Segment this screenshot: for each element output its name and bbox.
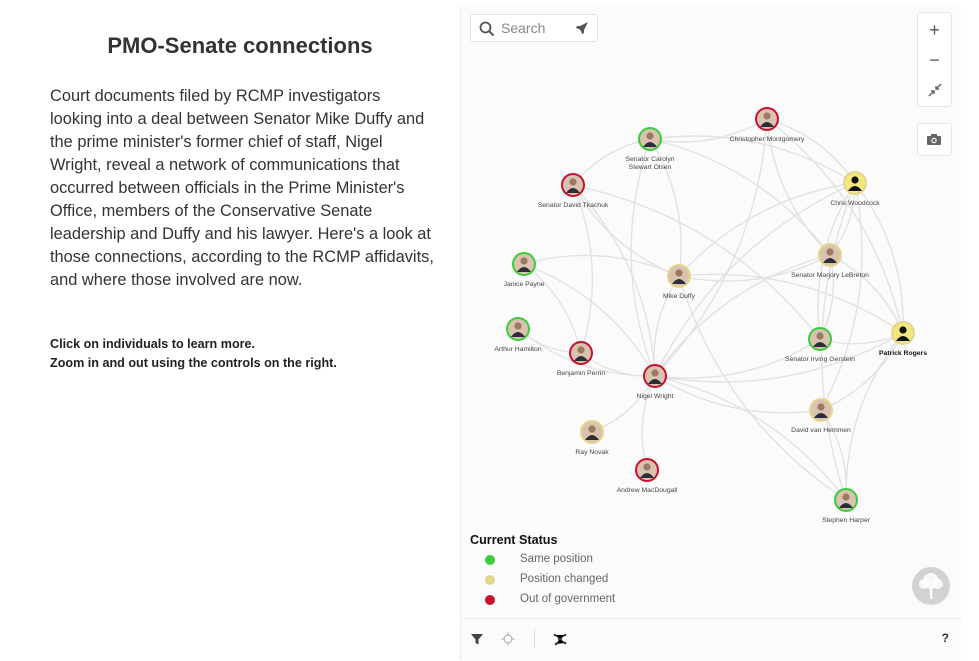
avatar-head — [816, 332, 824, 340]
legend-item: Position changed — [470, 573, 608, 593]
legend: Current Status Same position Position ch… — [470, 533, 615, 613]
node-label: Mike Duffy — [663, 293, 696, 300]
node-montgomery[interactable]: Christopher Montgomery — [730, 107, 805, 143]
zoom-controls: + − — [917, 12, 952, 107]
avatar-head — [569, 178, 577, 186]
node-label: Senator David Tkachuk — [538, 202, 609, 209]
legend-label: Same position — [520, 553, 593, 565]
camera-icon — [927, 134, 941, 145]
node-label: Arthur Hamilton — [494, 346, 541, 353]
avatar-head — [675, 269, 683, 277]
bottom-toolbar: ? — [461, 618, 961, 661]
toolbar-divider — [534, 629, 535, 649]
graph-edge — [649, 135, 856, 184]
node-label: David van Hemmen — [791, 427, 851, 434]
article-description: Court documents filed by RCMP investigat… — [50, 87, 434, 289]
graph-edge — [678, 275, 847, 501]
node-perrin[interactable]: Benjamin Perrin — [557, 341, 606, 377]
focus-icon[interactable] — [501, 632, 515, 646]
node-wright[interactable]: Nigel Wright — [637, 364, 674, 400]
node-label: Christopher Montgomery — [730, 136, 805, 143]
network-layout-icon[interactable] — [553, 632, 567, 646]
legend-title: Current Status — [470, 533, 558, 547]
avatar-head — [520, 257, 528, 265]
legend-dot-changed — [485, 575, 495, 585]
search-icon — [479, 21, 495, 37]
legend-item: Same position — [470, 553, 593, 573]
graph-edge — [654, 375, 847, 501]
instruction-click: Click on individuals to learn more. — [50, 337, 256, 351]
node-label: Stewart Olsen — [629, 164, 672, 171]
node-label: Senator Irving Gerstein — [785, 356, 855, 363]
legend-dot-out — [485, 595, 495, 605]
avatar-head — [899, 326, 907, 334]
avatar-head — [651, 369, 659, 377]
instructions: Click on individuals to learn more. Zoom… — [50, 335, 337, 373]
screenshot-button[interactable] — [917, 123, 952, 156]
search-box[interactable] — [470, 14, 598, 42]
help-button[interactable]: ? — [942, 631, 949, 645]
graph-edge — [654, 332, 904, 383]
avatar-head — [643, 463, 651, 471]
zoom-out-button[interactable]: − — [918, 45, 951, 75]
node-lebreton[interactable]: Senator Marjory LeBreton — [791, 243, 869, 279]
avatar-head — [577, 346, 585, 354]
graph-edge — [766, 118, 856, 184]
legend-dot-same — [485, 555, 495, 565]
collapse-button[interactable] — [918, 75, 951, 105]
avatar-head — [826, 248, 834, 256]
node-label: Senator Marjory LeBreton — [791, 272, 869, 279]
avatar-head — [763, 112, 771, 120]
avatar-head — [646, 132, 654, 140]
node-label: Janice Payne — [504, 281, 545, 288]
zoom-in-button[interactable]: + — [918, 15, 951, 45]
avatar-head — [842, 493, 850, 501]
avatar-head — [851, 176, 859, 184]
article-panel: PMO-Senate connections Court documents f… — [0, 0, 460, 660]
node-label: Stephen Harper — [822, 517, 871, 524]
node-label: Nigel Wright — [637, 393, 674, 400]
search-input[interactable] — [501, 19, 569, 37]
avatar-head — [588, 425, 596, 433]
page-title: PMO-Senate connections — [107, 33, 373, 58]
node-label: Andrew MacDougall — [617, 487, 678, 494]
instruction-zoom: Zoom in and out using the controls on th… — [50, 356, 337, 370]
node-label: Benjamin Perrin — [557, 370, 606, 377]
node-duffy[interactable]: Mike Duffy — [663, 264, 696, 300]
avatar-head — [514, 322, 522, 330]
network-graph[interactable]: Christopher MontgomerySenator CarolynSte… — [461, 6, 961, 618]
node-harper[interactable]: Stephen Harper — [822, 488, 871, 524]
node-gerstein[interactable]: Senator Irving Gerstein — [785, 327, 855, 363]
node-macdougall[interactable]: Andrew MacDougall — [617, 458, 678, 494]
node-label: Senator Carolyn — [625, 156, 674, 163]
node-label: Patrick Rogers — [879, 350, 927, 357]
node-hamilton[interactable]: Arthur Hamilton — [494, 317, 542, 353]
filter-icon[interactable] — [470, 632, 484, 646]
legend-label: Out of government — [520, 593, 616, 605]
node-label: Ray Novak — [575, 449, 609, 456]
node-novak[interactable]: Ray Novak — [575, 420, 609, 456]
graph-edge — [641, 375, 656, 471]
rocket-icon[interactable] — [574, 20, 590, 36]
network-graph-panel[interactable]: Christopher Montgomery Senator Carolyn Ste… — [460, 6, 961, 661]
graph-edge — [820, 332, 904, 411]
legend-label: Position changed — [520, 573, 609, 585]
avatar-head — [817, 403, 825, 411]
graph-edge — [819, 332, 904, 345]
legend-item: Out of government — [470, 593, 615, 613]
node-olsen[interactable]: Senator CarolynStewart Olsen — [625, 127, 675, 171]
node-vanhemmen[interactable]: David van Hemmen — [791, 398, 851, 434]
graph-edge — [572, 184, 821, 340]
node-label: Chris Woodcock — [830, 200, 880, 207]
tree-logo-icon[interactable] — [912, 567, 950, 605]
collapse-icon — [927, 83, 942, 97]
